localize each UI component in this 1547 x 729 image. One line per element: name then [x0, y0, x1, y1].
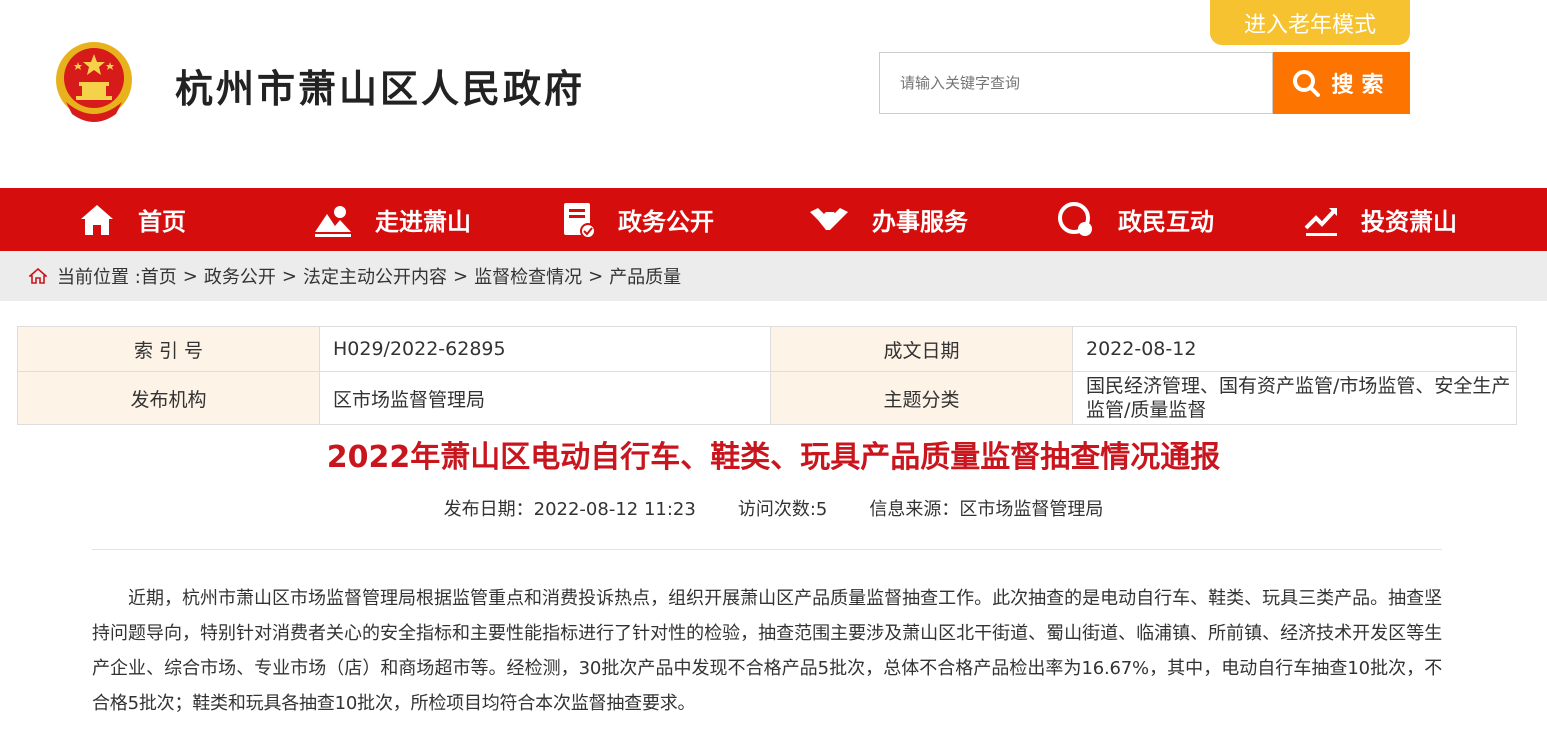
nav-item-label: 走进萧山 [375, 208, 471, 236]
search-input[interactable] [880, 53, 1272, 113]
nav-item-label: 政民互动 [1118, 208, 1214, 236]
info-source: 信息来源：区市场监督管理局 [869, 499, 1104, 520]
publish-date: 发布日期：2022-08-12 11:23 [443, 499, 696, 520]
breadcrumb: 当前位置 : 首页 > 政务公开 > 法定主动公开内容 > 监督检查情况 > 产… [0, 251, 1547, 301]
handshake-icon [810, 207, 848, 230]
index-value: H029/2022-62895 [319, 326, 771, 372]
chat-icon [1058, 201, 1092, 236]
home-icon [29, 268, 47, 284]
landscape-icon [315, 205, 351, 237]
divider [92, 549, 1442, 550]
search-button-label: 搜索 [1331, 73, 1392, 98]
breadcrumb-link[interactable]: 法定主动公开内容 [303, 263, 447, 289]
national-emblem-logo [54, 40, 134, 124]
nav-item-label: 办事服务 [872, 208, 968, 236]
nav-item-label: 投资萧山 [1361, 208, 1457, 236]
visit-count: 访问次数:5 [737, 499, 828, 520]
topic-value: 国民经济管理、国有资产监管/市场监管、安全生产监管/质量监督 [1072, 371, 1517, 425]
elder-mode-button[interactable]: 进入老年模式 [1210, 0, 1410, 45]
nav-item-services[interactable]: 办事服务 [808, 188, 968, 251]
breadcrumb-link[interactable]: 政务公开 [204, 263, 276, 289]
nav-item-about[interactable]: 走进萧山 [313, 188, 471, 251]
breadcrumb-separator: > [182, 265, 198, 287]
breadcrumb-separator: > [281, 265, 297, 287]
main-nav: 首页 走进萧山 政务公开 办事服务 政民互动 投资萧山 [0, 188, 1547, 251]
breadcrumb-link[interactable]: 监督检查情况 [474, 263, 582, 289]
article-meta: 发布日期：2022-08-12 11:23 访问次数:5 信息来源：区市场监督管… [0, 495, 1547, 521]
nav-item-gov-affairs[interactable]: 政务公开 [562, 188, 714, 251]
date-value: 2022-08-12 [1072, 326, 1517, 372]
index-label: 索 引 号 [17, 326, 320, 372]
breadcrumb-prefix: 当前位置 : [57, 267, 141, 288]
nav-item-label: 首页 [138, 208, 186, 236]
nav-item-home[interactable]: 首页 [78, 188, 186, 251]
search-box [879, 52, 1273, 114]
nav-item-investment[interactable]: 投资萧山 [1303, 188, 1457, 251]
date-label: 成文日期 [770, 326, 1073, 372]
topic-label: 主题分类 [770, 371, 1073, 425]
breadcrumb-link[interactable]: 产品质量 [609, 263, 681, 289]
nav-item-label: 政务公开 [618, 208, 714, 236]
home-icon [81, 204, 113, 235]
document-icon [564, 202, 596, 239]
breadcrumb-separator: > [588, 265, 604, 287]
site-title: 杭州市萧山区人民政府 [175, 67, 586, 111]
nav-item-interaction[interactable]: 政民互动 [1056, 188, 1214, 251]
article-paragraph: 近期，杭州市萧山区市场监督管理局根据监管重点和消费投诉热点，组织开展萧山区产品质… [92, 588, 1442, 714]
publisher-label: 发布机构 [17, 371, 320, 425]
document-info-table: 索 引 号 H029/2022-62895 成文日期 2022-08-12 发布… [17, 326, 1517, 425]
article-title: 2022年萧山区电动自行车、鞋类、玩具产品质量监督抽查情况通报 [326, 440, 1221, 475]
chart-trend-icon [1304, 207, 1337, 236]
breadcrumb-link[interactable]: 首页 [141, 263, 177, 289]
publisher-value: 区市场监督管理局 [319, 371, 771, 425]
breadcrumb-separator: > [452, 265, 469, 287]
search-button[interactable]: 搜索 [1273, 52, 1410, 114]
search-icon [1293, 70, 1321, 97]
